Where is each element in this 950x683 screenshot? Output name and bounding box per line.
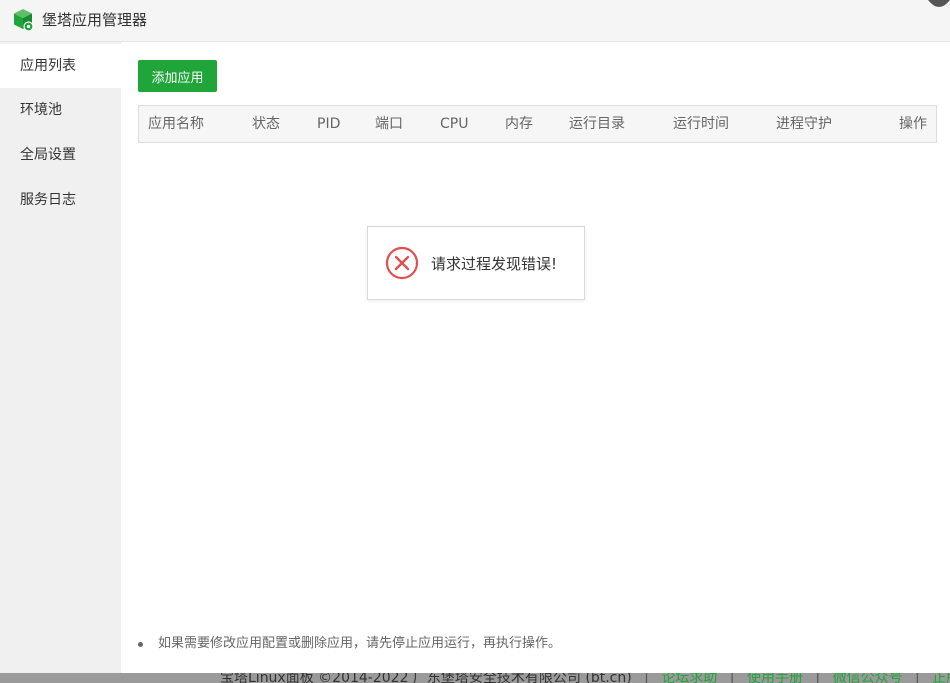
sidebar-item-global-settings[interactable]: 全局设置 bbox=[0, 133, 121, 177]
sidebar-item-app-list[interactable]: 应用列表 bbox=[0, 44, 121, 88]
footer-link-wechat[interactable]: 微信公众号 bbox=[833, 673, 903, 683]
column-header-memory[interactable]: 内存 bbox=[505, 106, 533, 142]
window-corner-icon bbox=[928, 0, 950, 7]
footer-separator: | bbox=[915, 673, 920, 683]
title-bar: 堡塔应用管理器 bbox=[0, 0, 950, 42]
footer-separator: | bbox=[729, 673, 735, 683]
add-app-button[interactable]: 添加应用 bbox=[138, 60, 217, 92]
footer-link-forum[interactable]: 论坛求助 bbox=[661, 673, 717, 683]
column-header-port[interactable]: 端口 bbox=[375, 106, 403, 142]
column-header-status[interactable]: 状态 bbox=[252, 106, 280, 142]
column-header-pid[interactable]: PID bbox=[317, 106, 340, 142]
footer-separator: | bbox=[644, 673, 649, 683]
cube-gear-icon bbox=[14, 9, 34, 32]
footer-separator: | bbox=[815, 673, 821, 683]
column-header-actions[interactable]: 操作 bbox=[899, 106, 927, 142]
footer-link-manual[interactable]: 使用手册 bbox=[747, 673, 803, 683]
footer-link-license[interactable]: 正版查询 bbox=[932, 673, 950, 683]
footer-bar: 宝塔Linux面板 ©2014-2022 广东堡塔安全技术有限公司 (bt.cn… bbox=[0, 673, 950, 683]
tip-text: 如果需要修改应用配置或删除应用，请先停止应用运行，再执行操作。 bbox=[158, 636, 562, 651]
error-message: 请求过程发现错误! bbox=[431, 255, 558, 273]
error-dialog: 请求过程发现错误! bbox=[367, 226, 585, 300]
app-table-header: 应用名称 状态 PID 端口 CPU 内存 运行目录 运行时间 进程守护 操作 bbox=[138, 105, 937, 143]
column-header-run-dir[interactable]: 运行目录 bbox=[569, 106, 625, 142]
column-header-daemon[interactable]: 进程守护 bbox=[776, 106, 832, 142]
footer-content: 宝塔Linux面板 ©2014-2022 广东堡塔安全技术有限公司 (bt.cn… bbox=[220, 673, 950, 683]
sidebar-item-env-pool[interactable]: 环境池 bbox=[0, 88, 121, 132]
column-header-app-name[interactable]: 应用名称 bbox=[148, 106, 204, 142]
error-x-circle-icon bbox=[385, 246, 419, 280]
footer-copyright: 宝塔Linux面板 ©2014-2022 广东堡塔安全技术有限公司 (bt.cn… bbox=[220, 673, 632, 683]
column-header-run-time[interactable]: 运行时间 bbox=[673, 106, 729, 142]
window-title: 堡塔应用管理器 bbox=[42, 11, 148, 29]
bullet-icon bbox=[138, 642, 143, 647]
sidebar-item-service-log[interactable]: 服务日志 bbox=[0, 178, 121, 222]
sidebar: 应用列表 环境池 全局设置 服务日志 bbox=[0, 42, 121, 673]
column-header-cpu[interactable]: CPU bbox=[440, 106, 468, 142]
